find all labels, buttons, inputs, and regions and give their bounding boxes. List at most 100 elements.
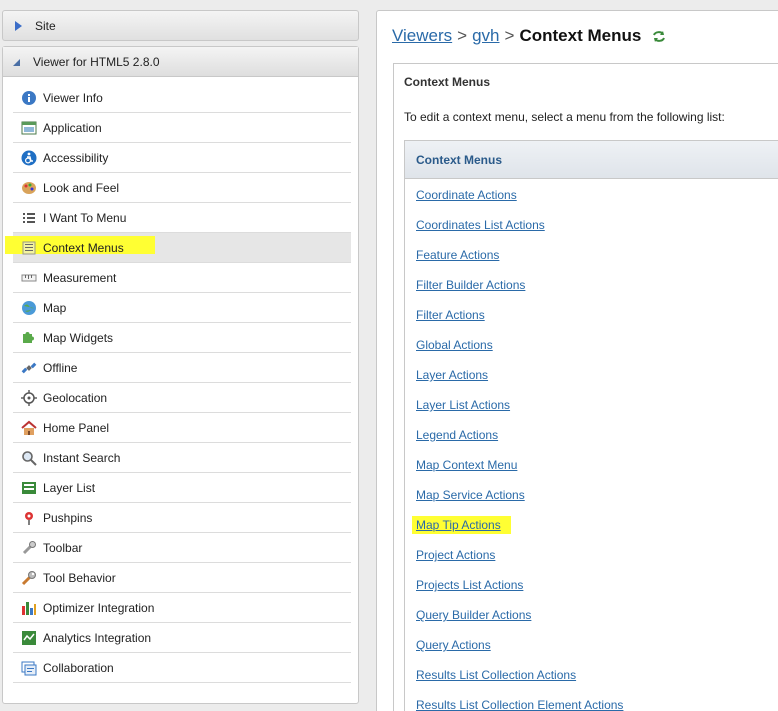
sidebar-item-pushpins[interactable]: Pushpins xyxy=(13,503,351,533)
list-icon xyxy=(21,210,37,226)
page-title: Context Menus xyxy=(519,26,642,45)
list-item: Layer List Actions xyxy=(416,391,623,421)
breadcrumb-separator: > xyxy=(457,26,468,45)
crosshair-icon xyxy=(21,390,37,406)
menu-link-project-actions[interactable]: Project Actions xyxy=(416,548,495,562)
sidebar-item-toolbar[interactable]: Toolbar xyxy=(13,533,351,563)
palette-icon xyxy=(21,180,37,196)
sidebar-item-collaboration[interactable]: Collaboration xyxy=(13,653,351,683)
sidebar-item-map-widgets[interactable]: Map Widgets xyxy=(13,323,351,353)
list-item: Layer Actions xyxy=(416,361,623,391)
list-item: Map Tip Actions xyxy=(412,511,623,541)
site-label: Site xyxy=(35,19,56,33)
breadcrumb-separator: > xyxy=(504,26,515,45)
refresh-icon[interactable] xyxy=(651,27,667,47)
context-menu-links: Coordinate Actions Coordinates List Actio… xyxy=(412,181,623,711)
layers-icon xyxy=(21,480,37,496)
menu-link-projects-list-actions[interactable]: Projects List Actions xyxy=(416,578,523,592)
breadcrumb-gvh-link[interactable]: gvh xyxy=(472,26,499,45)
left-sidebar: Site Viewer for HTML5 2.8.0 Viewer Info A… xyxy=(0,0,362,711)
sidebar-item-context-menus[interactable]: Context Menus xyxy=(5,233,351,263)
sidebar-item-application[interactable]: Application xyxy=(13,113,351,143)
sidebar-item-label: Map xyxy=(43,301,67,315)
list-item: Query Builder Actions xyxy=(416,601,623,631)
menu-link-map-context-menu[interactable]: Map Context Menu xyxy=(416,458,517,472)
panel-description: To edit a context menu, select a menu fr… xyxy=(404,110,725,124)
sidebar-item-accessibility[interactable]: Accessibility xyxy=(13,143,351,173)
sidebar-item-optimizer-integration[interactable]: Optimizer Integration xyxy=(13,593,351,623)
sidebar-item-label: Layer List xyxy=(43,481,96,495)
menu-link-results-list-collection-actions[interactable]: Results List Collection Actions xyxy=(416,668,576,682)
context-menu-icon xyxy=(21,240,37,256)
menu-link-feature-actions[interactable]: Feature Actions xyxy=(416,248,499,262)
list-item: Filter Actions xyxy=(416,301,623,331)
menu-link-coordinates-list-actions[interactable]: Coordinates List Actions xyxy=(416,218,545,232)
search-icon xyxy=(21,450,37,466)
menu-link-results-list-collection-element-actions[interactable]: Results List Collection Element Actions xyxy=(416,698,623,711)
menu-link-legend-actions[interactable]: Legend Actions xyxy=(416,428,498,442)
panel-title: Context Menus xyxy=(404,75,491,89)
sidebar-item-label: Collaboration xyxy=(43,661,114,675)
info-icon xyxy=(21,90,37,106)
list-item: Results List Collection Element Actions xyxy=(416,691,623,711)
sidebar-item-label: Offline xyxy=(43,361,78,375)
satellite-icon xyxy=(21,360,37,376)
ruler-icon xyxy=(21,270,37,286)
sidebar-item-label: Context Menus xyxy=(43,241,124,255)
viewer-nav: Viewer Info Application Accessibility Look … xyxy=(5,83,351,683)
sidebar-item-i-want-to-menu[interactable]: I Want To Menu xyxy=(13,203,351,233)
menu-link-coordinate-actions[interactable]: Coordinate Actions xyxy=(416,188,517,202)
sidebar-item-tool-behavior[interactable]: Tool Behavior xyxy=(13,563,351,593)
menu-link-filter-actions[interactable]: Filter Actions xyxy=(416,308,485,322)
list-header: Context Menus xyxy=(405,141,778,179)
list-item: Projects List Actions xyxy=(416,571,623,601)
site-section-header[interactable]: Site xyxy=(2,10,359,41)
puzzle-icon xyxy=(21,330,37,346)
viewer-section-header[interactable]: Viewer for HTML5 2.8.0 xyxy=(3,47,358,77)
sidebar-item-offline[interactable]: Offline xyxy=(13,353,351,383)
globe-icon xyxy=(21,300,37,316)
list-item: Map Service Actions xyxy=(416,481,623,511)
bar-chart-icon xyxy=(21,600,37,616)
accessibility-icon xyxy=(21,150,37,166)
collapse-arrow-icon xyxy=(13,59,20,66)
highlight-mark: Map Tip Actions xyxy=(412,516,511,534)
sidebar-item-label: Measurement xyxy=(43,271,117,285)
sidebar-item-label: Application xyxy=(43,121,102,135)
toolbar-icon xyxy=(21,540,37,556)
sidebar-item-label: Optimizer Integration xyxy=(43,601,155,615)
menu-link-layer-list-actions[interactable]: Layer List Actions xyxy=(416,398,510,412)
application-icon xyxy=(21,120,37,136)
sidebar-item-label: Pushpins xyxy=(43,511,93,525)
sidebar-item-instant-search[interactable]: Instant Search xyxy=(13,443,351,473)
menu-link-map-service-actions[interactable]: Map Service Actions xyxy=(416,488,525,502)
sidebar-item-measurement[interactable]: Measurement xyxy=(13,263,351,293)
sidebar-item-home-panel[interactable]: Home Panel xyxy=(13,413,351,443)
menu-link-query-builder-actions[interactable]: Query Builder Actions xyxy=(416,608,531,622)
menu-link-query-actions[interactable]: Query Actions xyxy=(416,638,491,652)
sidebar-item-label: Look and Feel xyxy=(43,181,120,195)
sidebar-item-analytics-integration[interactable]: Analytics Integration xyxy=(13,623,351,653)
sidebar-item-viewer-info[interactable]: Viewer Info xyxy=(13,83,351,113)
list-item: Global Actions xyxy=(416,331,623,361)
sidebar-item-look-and-feel[interactable]: Look and Feel xyxy=(13,173,351,203)
menu-link-map-tip-actions[interactable]: Map Tip Actions xyxy=(416,518,501,532)
breadcrumb-viewers-link[interactable]: Viewers xyxy=(392,26,452,45)
context-menu-list: Context Menus Coordinate Actions Coordina… xyxy=(404,140,778,711)
list-item: Filter Builder Actions xyxy=(416,271,623,301)
sidebar-item-map[interactable]: Map xyxy=(13,293,351,323)
menu-link-global-actions[interactable]: Global Actions xyxy=(416,338,493,352)
list-item: Map Context Menu xyxy=(416,451,623,481)
home-icon xyxy=(21,420,37,436)
menu-link-filter-builder-actions[interactable]: Filter Builder Actions xyxy=(416,278,525,292)
list-header-label: Context Menus xyxy=(416,153,503,167)
sidebar-item-layer-list[interactable]: Layer List xyxy=(13,473,351,503)
menu-link-layer-actions[interactable]: Layer Actions xyxy=(416,368,488,382)
sidebar-item-label: Analytics Integration xyxy=(43,631,152,645)
sidebar-item-label: Map Widgets xyxy=(43,331,114,345)
sidebar-item-geolocation[interactable]: Geolocation xyxy=(13,383,351,413)
list-item: Legend Actions xyxy=(416,421,623,451)
list-item: Feature Actions xyxy=(416,241,623,271)
list-item: Coordinate Actions xyxy=(416,181,623,211)
wrench-icon xyxy=(21,570,37,586)
